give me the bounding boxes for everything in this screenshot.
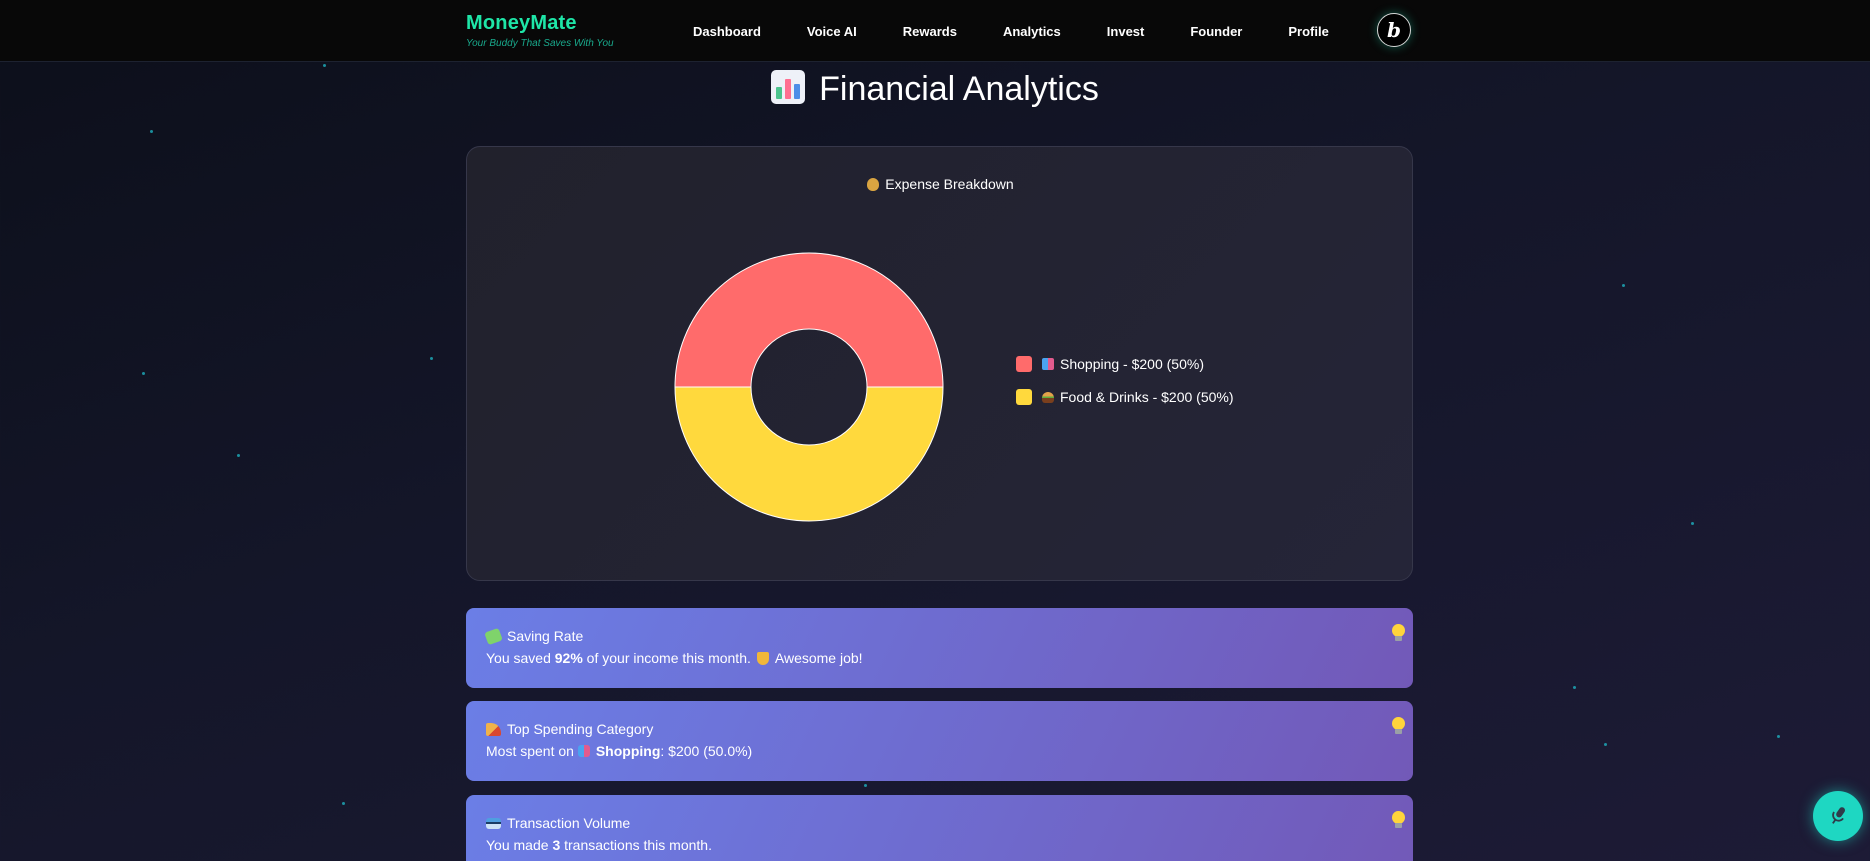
navbar: MoneyMate Your Buddy That Saves With You…	[0, 0, 1870, 62]
insight-highlight: 3	[552, 837, 561, 853]
particle	[1622, 284, 1625, 287]
particle	[864, 784, 867, 787]
insight-text: You made	[486, 837, 553, 853]
nav-link-rewards[interactable]: Rewards	[903, 24, 957, 39]
insight-body: You made 3 transactions this month.	[486, 837, 1393, 853]
insight-title-text: Saving Rate	[507, 628, 584, 644]
particle	[237, 454, 240, 457]
insight-text: Most spent on	[486, 743, 578, 759]
particle	[1573, 686, 1576, 689]
particle	[430, 357, 433, 360]
particle	[150, 130, 153, 133]
insight-title: Saving Rate	[484, 627, 1393, 645]
insight-body: You saved 92% of your income this month.…	[486, 650, 1393, 666]
trophy-icon	[756, 651, 769, 665]
insight-text: of your income this month.	[582, 650, 751, 666]
insight-card-saving-rate: Saving Rate You saved 92% of your income…	[466, 608, 1413, 688]
legend-item-shopping[interactable]: Shopping - $200 (50%)	[1016, 353, 1234, 375]
insight-highlight: 92%	[554, 650, 583, 666]
lightbulb-icon	[1392, 624, 1405, 641]
donut-slice-food-drinks[interactable]	[674, 386, 944, 522]
lightbulb-icon	[1392, 811, 1405, 828]
insight-highlight: Shopping	[595, 743, 661, 759]
insight-text: : $200 (50.0%)	[660, 743, 753, 759]
legend-swatch	[1016, 389, 1032, 405]
chart-legend: Shopping - $200 (50%) Food & Drinks - $2…	[1016, 353, 1234, 419]
particle	[142, 372, 145, 375]
brand-tagline: Your Buddy That Saves With You	[466, 38, 614, 49]
particle	[342, 802, 345, 805]
nav-link-dashboard[interactable]: Dashboard	[693, 24, 761, 39]
nav-links: Dashboard Voice AI Rewards Analytics Inv…	[670, 0, 1352, 62]
nav-link-voice-ai[interactable]: Voice AI	[807, 24, 857, 39]
legend-label: Shopping - $200 (50%)	[1060, 356, 1204, 372]
brand[interactable]: MoneyMate Your Buddy That Saves With You	[466, 12, 614, 49]
partner-badge-logo[interactable]: b	[1377, 13, 1411, 47]
bar-chart-icon	[771, 70, 806, 104]
nav-link-analytics[interactable]: Analytics	[1003, 24, 1061, 39]
shopping-bags-icon	[1042, 358, 1054, 370]
legend-item-food-drinks[interactable]: Food & Drinks - $200 (50%)	[1016, 386, 1234, 408]
legend-swatch	[1016, 356, 1032, 372]
insight-text: You saved	[486, 650, 555, 666]
brand-name[interactable]: MoneyMate	[466, 12, 614, 35]
nav-link-invest[interactable]: Invest	[1107, 24, 1145, 39]
nav-link-profile[interactable]: Profile	[1288, 24, 1328, 39]
money-wings-icon	[484, 627, 503, 645]
insight-title: Top Spending Category	[486, 721, 1393, 737]
expense-chart-card: Expense Breakdown Shopping - $200 (50%) …	[466, 146, 1413, 581]
insight-card-transaction-volume: Transaction Volume You made 3 transactio…	[466, 795, 1413, 861]
donut-chart	[674, 252, 944, 522]
voice-assistant-button[interactable]	[1813, 791, 1863, 841]
particle	[1777, 735, 1780, 738]
shopping-bags-icon	[577, 745, 590, 757]
microphone-icon	[1832, 807, 1846, 824]
pizza-icon	[486, 722, 501, 736]
page-title-text: Financial Analytics	[819, 70, 1099, 108]
donut-slice-shopping[interactable]	[674, 252, 944, 388]
hamburger-icon	[1042, 391, 1054, 403]
insight-body: Most spent on Shopping: $200 (50.0%)	[486, 743, 1393, 759]
insight-text: transactions this month.	[560, 837, 712, 853]
insight-title-text: Top Spending Category	[507, 721, 654, 737]
particle	[1691, 522, 1694, 525]
badge-letter: b	[1387, 18, 1401, 42]
nav-link-founder[interactable]: Founder	[1190, 24, 1242, 39]
particle	[1604, 743, 1607, 746]
insight-title: Transaction Volume	[486, 815, 1393, 831]
insight-title-text: Transaction Volume	[507, 815, 631, 831]
lightbulb-icon	[1392, 717, 1405, 734]
insight-card-top-category: Top Spending Category Most spent on Shop…	[466, 701, 1413, 781]
insight-text: Awesome job!	[774, 650, 863, 666]
page-title: Financial Analytics	[0, 70, 1870, 109]
credit-card-icon	[486, 817, 501, 829]
particle	[323, 64, 326, 67]
legend-label: Food & Drinks - $200 (50%)	[1060, 389, 1234, 405]
